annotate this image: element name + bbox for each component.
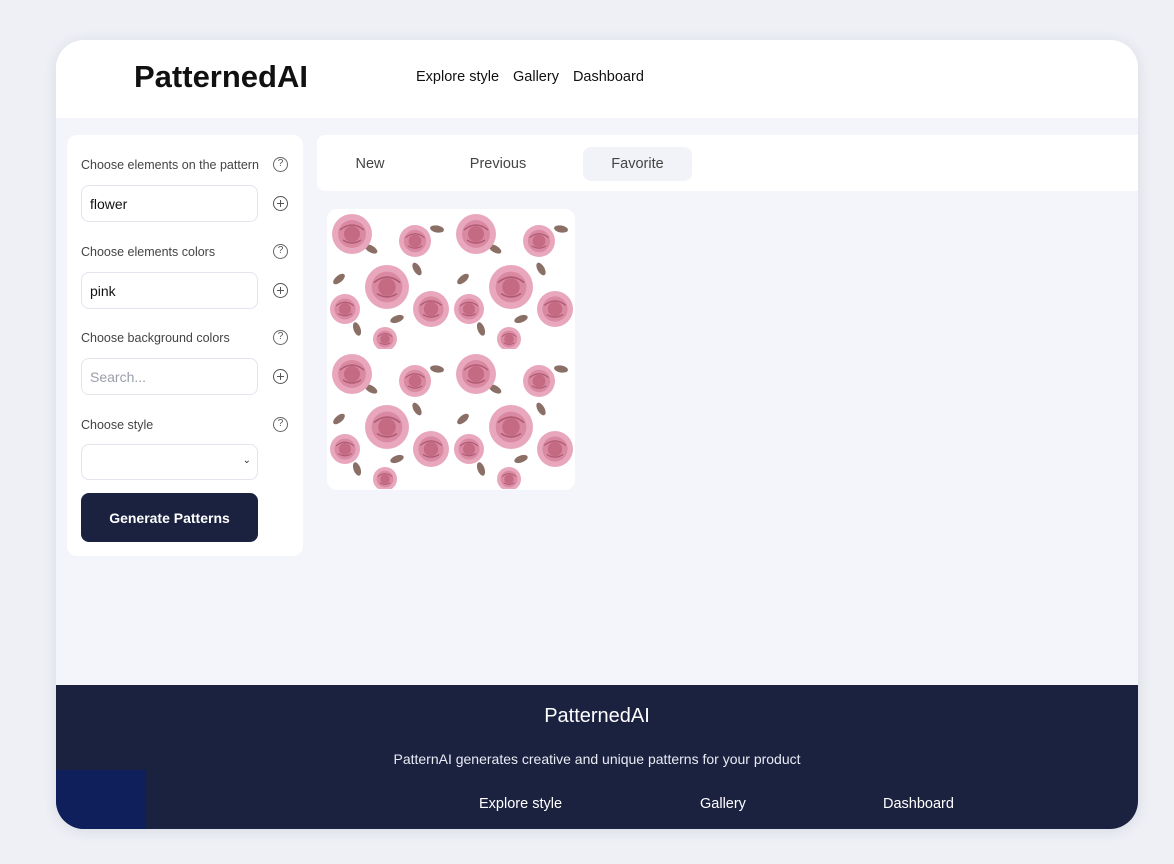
footer-description: PatternAI generates creative and unique … [393, 751, 801, 767]
tab-new[interactable]: New [339, 147, 401, 181]
tab-previous[interactable]: Previous [457, 147, 539, 181]
chevron-down-icon: ⌄ [242, 455, 251, 466]
style-select[interactable]: ⌄ [81, 444, 258, 480]
footer-link-explore-style[interactable]: Explore style [479, 796, 562, 812]
elements-input[interactable] [81, 185, 258, 222]
background-colors-label: Choose background colors [81, 331, 230, 345]
header: PatternedAI Explore style Gallery Dashbo… [56, 40, 1138, 118]
background-colors-input[interactable] [81, 358, 258, 395]
logo[interactable]: PatternedAI [134, 59, 308, 95]
element-colors-input[interactable] [81, 272, 258, 309]
top-nav: Explore style Gallery Dashboard [416, 69, 644, 85]
footer-title: PatternedAI [544, 705, 650, 727]
footer: PatternedAI PatternAI generates creative… [56, 685, 1138, 829]
help-icon[interactable]: ? [273, 417, 288, 432]
app-window: PatternedAI Explore style Gallery Dashbo… [56, 40, 1138, 829]
tab-favorite[interactable]: Favorite [583, 147, 692, 181]
add-background-plus-icon[interactable] [273, 369, 288, 384]
help-icon[interactable]: ? [273, 330, 288, 345]
footer-link-gallery[interactable]: Gallery [700, 796, 746, 812]
generate-patterns-button[interactable]: Generate Patterns [81, 493, 258, 542]
help-icon[interactable]: ? [273, 157, 288, 172]
element-colors-label: Choose elements colors [81, 245, 216, 259]
help-icon[interactable]: ? [273, 244, 288, 259]
nav-gallery[interactable]: Gallery [513, 69, 559, 85]
footer-link-dashboard[interactable]: Dashboard [883, 796, 954, 812]
elements-label: Choose elements on the pattern [81, 158, 259, 172]
footer-corner-block [56, 770, 146, 829]
pattern-thumbnail[interactable] [327, 209, 575, 490]
rose-pattern-image [327, 209, 575, 490]
nav-explore-style[interactable]: Explore style [416, 69, 499, 85]
style-label: Choose style [81, 418, 154, 432]
add-element-plus-icon[interactable] [273, 196, 288, 211]
generator-panel: Choose elements on the pattern ? Choose … [67, 135, 303, 556]
result-tabs: New Previous Favorite [317, 135, 1138, 191]
add-color-plus-icon[interactable] [273, 283, 288, 298]
nav-dashboard[interactable]: Dashboard [573, 69, 644, 85]
